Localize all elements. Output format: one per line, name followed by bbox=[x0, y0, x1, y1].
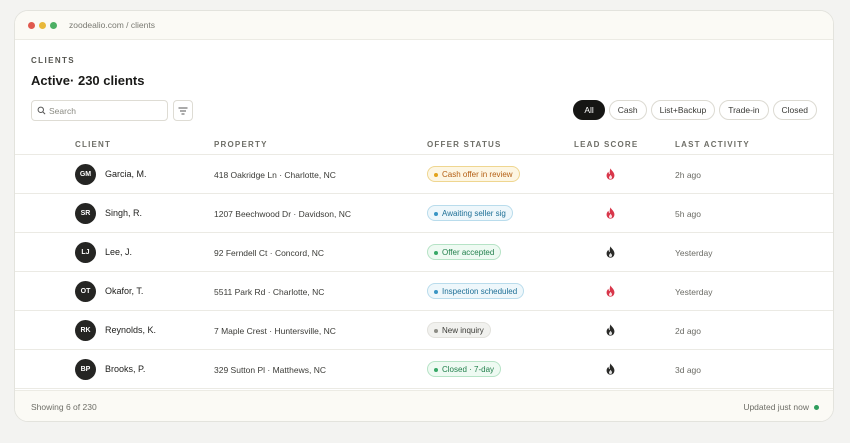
url-text: zoodealio.com / clients bbox=[69, 20, 155, 30]
client-name[interactable]: Okafor, T. bbox=[105, 286, 143, 296]
update-status-text: Updated just now bbox=[743, 402, 809, 412]
last-activity: 2d ago bbox=[675, 326, 701, 336]
avatar: LJ bbox=[75, 242, 96, 263]
property-address: 418 Oakridge Ln · Charlotte, NC bbox=[214, 170, 336, 180]
table-row[interactable]: BP Brooks, P. 329 Sutton Pl · Matthews, … bbox=[15, 350, 833, 389]
client-name[interactable]: Lee, J. bbox=[105, 247, 132, 257]
property-address: 92 Ferndell Ct · Concord, NC bbox=[214, 248, 325, 258]
toolbar: All Cash List+Backup Trade-in Closed bbox=[15, 100, 833, 122]
lead-score-flame-icon bbox=[605, 284, 616, 302]
offer-status-badge: Awaiting seller sig bbox=[427, 205, 513, 221]
last-activity: 2h ago bbox=[675, 170, 701, 180]
minimize-window-button[interactable] bbox=[39, 21, 46, 29]
app-window: zoodealio.com / clients CLIENTS Active· … bbox=[14, 10, 834, 422]
lead-score-flame-icon bbox=[605, 167, 616, 185]
section-eyebrow: CLIENTS bbox=[31, 56, 76, 65]
search-box[interactable] bbox=[31, 100, 168, 121]
client-name[interactable]: Reynolds, K. bbox=[105, 325, 156, 335]
status-dot bbox=[434, 290, 438, 294]
client-name[interactable]: Singh, R. bbox=[105, 208, 142, 218]
filter-icon bbox=[178, 102, 188, 120]
last-activity: 3d ago bbox=[675, 365, 701, 375]
pagination-summary: Showing 6 of 230 bbox=[31, 402, 97, 412]
table-header: CLIENT PROPERTY OFFER STATUS LEAD SCORE … bbox=[15, 133, 833, 155]
property-address: 329 Sutton Pl · Matthews, NC bbox=[214, 365, 326, 375]
chip-closed[interactable]: Closed bbox=[772, 100, 817, 120]
property-address: 5511 Park Rd · Charlotte, NC bbox=[214, 287, 325, 297]
last-activity: Yesterday bbox=[675, 287, 713, 297]
live-status-dot bbox=[814, 404, 819, 410]
maximize-window-button[interactable] bbox=[50, 21, 57, 29]
search-input[interactable] bbox=[49, 105, 159, 116]
offer-status-label: New inquiry bbox=[442, 325, 484, 335]
table-footer: Showing 6 of 230 Updated just now bbox=[15, 390, 833, 421]
table-row[interactable]: SR Singh, R. 1207 Beechwood Dr · Davidso… bbox=[15, 194, 833, 233]
offer-status-badge: Closed · 7-day bbox=[427, 361, 502, 377]
avatar: BP bbox=[75, 359, 96, 380]
clients-table: CLIENT PROPERTY OFFER STATUS LEAD SCORE … bbox=[15, 133, 833, 389]
page-header: CLIENTS Active· 230 clients bbox=[15, 40, 833, 88]
offer-status-label: Offer accepted bbox=[442, 247, 495, 257]
column-header-client[interactable]: CLIENT bbox=[75, 140, 111, 149]
client-name[interactable]: Brooks, P. bbox=[105, 364, 145, 374]
offer-status-label: Closed · 7-day bbox=[442, 364, 495, 374]
lead-score-flame-icon bbox=[605, 323, 616, 341]
status-dot bbox=[434, 173, 438, 177]
chip-all[interactable]: All bbox=[573, 100, 605, 120]
avatar: GM bbox=[75, 164, 96, 185]
search-icon bbox=[37, 106, 46, 115]
table-body: GM Garcia, M. 418 Oakridge Ln · Charlott… bbox=[15, 155, 833, 389]
table-row[interactable]: RK Reynolds, K. 7 Maple Crest · Huntersv… bbox=[15, 311, 833, 350]
chip-list-backup[interactable]: List+Backup bbox=[650, 100, 716, 120]
avatar: SR bbox=[75, 203, 96, 224]
status-dot bbox=[434, 251, 438, 255]
table-row[interactable]: LJ Lee, J. 92 Ferndell Ct · Concord, NC … bbox=[15, 233, 833, 272]
lead-score-flame-icon bbox=[605, 206, 616, 224]
table-row[interactable]: OT Okafor, T. 5511 Park Rd · Charlotte, … bbox=[15, 272, 833, 311]
update-status: Updated just now bbox=[743, 402, 819, 412]
lead-score-flame-icon bbox=[605, 245, 616, 263]
page-title: Active· 230 clients bbox=[31, 73, 145, 88]
last-activity: 5h ago bbox=[675, 209, 701, 219]
filter-button[interactable] bbox=[173, 100, 193, 121]
column-header-lead-score[interactable]: LEAD SCORE bbox=[574, 140, 638, 149]
offer-status-label: Awaiting seller sig bbox=[442, 208, 506, 218]
chip-trade-in[interactable]: Trade-in bbox=[719, 100, 769, 120]
offer-status-badge: Cash offer in review bbox=[427, 166, 520, 182]
lead-score-flame-icon bbox=[605, 362, 616, 380]
column-header-offer-status[interactable]: OFFER STATUS bbox=[427, 140, 502, 149]
avatar: OT bbox=[75, 281, 96, 302]
close-window-button[interactable] bbox=[28, 21, 35, 29]
avatar: RK bbox=[75, 320, 96, 341]
column-header-last-activity[interactable]: LAST ACTIVITY bbox=[675, 140, 750, 149]
filter-chips: All Cash List+Backup Trade-in Closed bbox=[573, 100, 817, 120]
offer-status-label: Inspection scheduled bbox=[442, 286, 518, 296]
offer-status-label: Cash offer in review bbox=[442, 169, 513, 179]
property-address: 7 Maple Crest · Huntersville, NC bbox=[214, 326, 336, 336]
client-name[interactable]: Garcia, M. bbox=[105, 169, 147, 179]
chip-cash[interactable]: Cash bbox=[608, 100, 647, 120]
last-activity: Yesterday bbox=[675, 248, 713, 258]
offer-status-badge: New inquiry bbox=[427, 322, 491, 338]
title-bar: zoodealio.com / clients bbox=[15, 11, 833, 40]
property-address: 1207 Beechwood Dr · Davidson, NC bbox=[214, 209, 352, 219]
status-dot bbox=[434, 368, 438, 372]
status-dot bbox=[434, 329, 438, 333]
offer-status-badge: Inspection scheduled bbox=[427, 283, 525, 299]
status-dot bbox=[434, 212, 438, 216]
column-header-property[interactable]: PROPERTY bbox=[214, 140, 268, 149]
offer-status-badge: Offer accepted bbox=[427, 244, 502, 260]
table-row[interactable]: GM Garcia, M. 418 Oakridge Ln · Charlott… bbox=[15, 155, 833, 194]
